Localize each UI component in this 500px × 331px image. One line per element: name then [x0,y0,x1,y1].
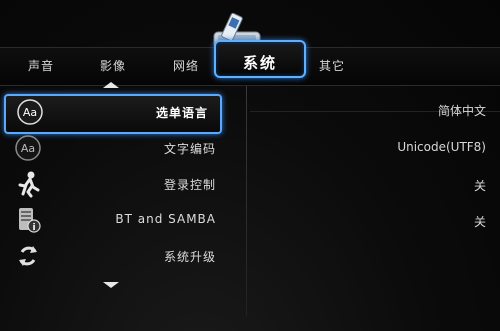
scroll-up-arrow-icon[interactable] [103,82,119,88]
value-login-control[interactable]: 关 [474,177,486,194]
menu-item-label: BT and SAMBA [115,212,216,226]
settings-screen: 声音 影像 网络 其它 系统 Aa 选单语言 Aa 文字编码 登录控制 i BT… [0,0,500,331]
tab-audio[interactable]: 声音 [28,57,54,74]
value-menu-language[interactable]: 简体中文 [438,102,486,119]
menu-item-label: 系统升级 [163,250,216,264]
tab-system[interactable]: 系统 [214,40,306,78]
panel-divider [246,86,247,316]
tab-network[interactable]: 网络 [173,57,199,74]
running-man-icon [18,171,40,198]
tab-other[interactable]: 其它 [319,57,345,74]
value-text-encoding[interactable]: Unicode(UTF8) [397,140,486,154]
value-bt-samba[interactable]: 关 [474,213,486,230]
svg-text:i: i [32,223,35,233]
menu-item-label: 文字编码 [163,142,216,156]
scroll-down-arrow-icon[interactable] [103,282,119,288]
server-info-icon: i [19,208,41,233]
svg-text:Aa: Aa [23,106,37,119]
menu-item-text-encoding[interactable]: Aa 文字编码 [0,130,230,166]
menu-item-bt-samba[interactable]: i BT and SAMBA [0,202,230,238]
tab-system-label: 系统 [242,54,277,72]
aa-language-icon: Aa [17,99,43,125]
aa-encoding-icon: Aa [15,135,41,161]
menu-item-login-control[interactable]: 登录控制 [0,166,230,202]
refresh-arrows-icon [19,246,37,266]
tab-video[interactable]: 影像 [100,57,126,74]
menu-item-label: 登录控制 [163,178,216,192]
menu-item-system-upgrade[interactable]: 系统升级 [0,238,230,274]
menu-item-menu-language[interactable]: Aa 选单语言 [4,94,222,134]
menu-item-label: 选单语言 [155,106,208,120]
svg-text:Aa: Aa [21,142,35,155]
